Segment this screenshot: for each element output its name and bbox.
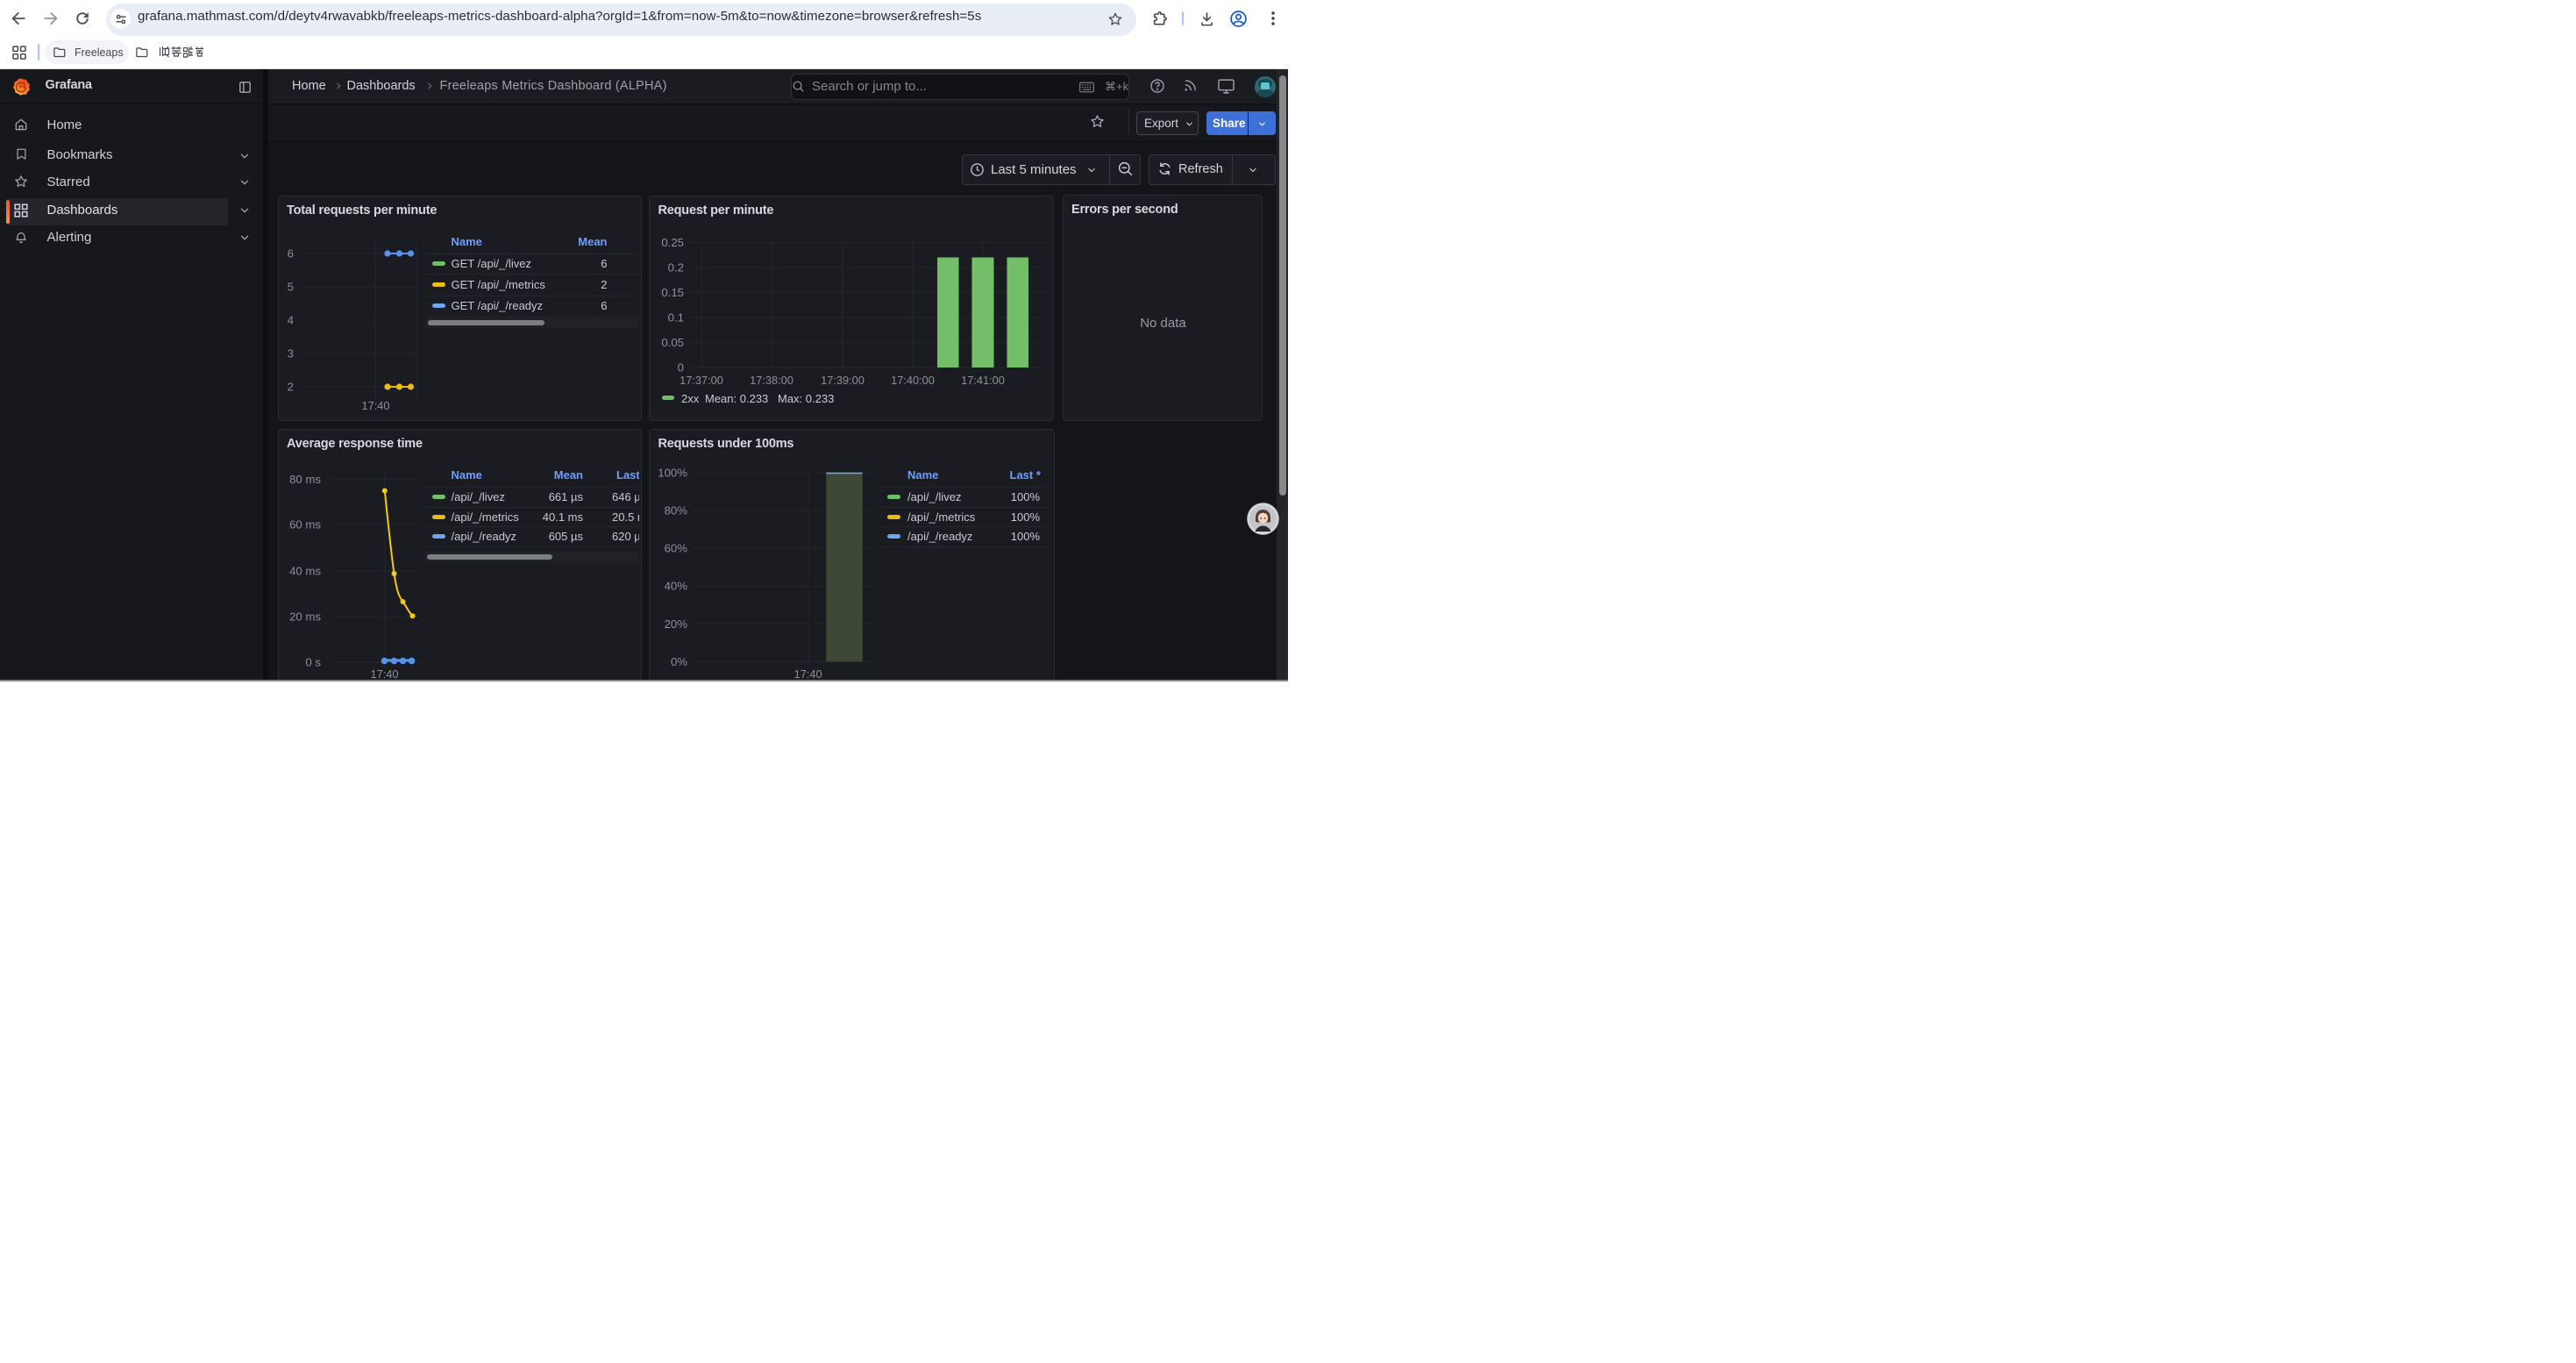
svg-text:0.15: 0.15	[661, 286, 684, 299]
svg-text:60%: 60%	[665, 542, 688, 555]
svg-text:4: 4	[287, 314, 293, 327]
svg-text:0.2: 0.2	[668, 261, 684, 275]
svg-text:17:41:00: 17:41:00	[961, 374, 1005, 387]
svg-text:20%: 20%	[665, 617, 688, 631]
svg-text:0: 0	[678, 361, 684, 375]
svg-text:17:39:00: 17:39:00	[821, 374, 865, 387]
svg-text:100%: 100%	[658, 466, 687, 479]
svg-text:17:38:00: 17:38:00	[750, 374, 793, 387]
svg-text:80%: 80%	[665, 503, 688, 517]
svg-text:17:37:00: 17:37:00	[680, 374, 723, 387]
svg-text:0.1: 0.1	[668, 311, 684, 325]
svg-text:17:40:00: 17:40:00	[891, 374, 935, 387]
svg-text:80 ms: 80 ms	[289, 473, 321, 486]
svg-text:6: 6	[287, 247, 293, 260]
svg-text:20 ms: 20 ms	[289, 610, 321, 624]
svg-text:40 ms: 40 ms	[289, 565, 321, 578]
svg-text:40%: 40%	[665, 580, 688, 593]
svg-text:5: 5	[287, 281, 293, 294]
svg-text:0.25: 0.25	[661, 236, 684, 249]
svg-text:2: 2	[287, 381, 293, 394]
svg-text:60 ms: 60 ms	[289, 518, 321, 532]
svg-text:3: 3	[287, 347, 293, 360]
svg-text:0.05: 0.05	[661, 336, 684, 349]
svg-text:0%: 0%	[671, 655, 687, 668]
svg-text:17:40: 17:40	[361, 399, 389, 412]
svg-text:0 s: 0 s	[305, 656, 321, 669]
